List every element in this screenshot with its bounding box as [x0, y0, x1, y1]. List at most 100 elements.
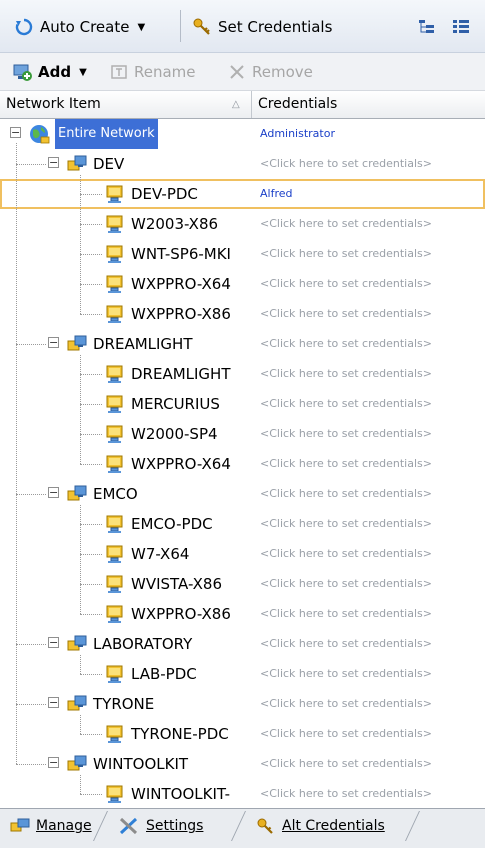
credentials-cell[interactable]: <Click here to set credentials> [260, 719, 432, 749]
collapse-toggle[interactable]: − [48, 157, 59, 168]
tree-computer-item[interactable]: WVISTA-X86 <Click here to set credentials… [0, 569, 485, 599]
credentials-cell[interactable]: <Click here to set credentials> [260, 569, 432, 599]
set-credentials-button[interactable]: Set Credentials [192, 12, 332, 42]
add-button[interactable]: Add ▼ [12, 57, 87, 87]
collapse-toggle[interactable]: − [48, 697, 59, 708]
credentials-cell[interactable]: <Click here to set credentials> [260, 659, 432, 689]
credentials-cell[interactable]: <Click here to set credentials> [260, 749, 432, 779]
credentials-cell[interactable]: <Click here to set credentials> [260, 209, 432, 239]
tree-computer-item[interactable]: DREAMLIGHT <Click here to set credentials… [0, 359, 485, 389]
credentials-column-header[interactable]: Credentials [253, 91, 485, 118]
auto-create-label: Auto Create [40, 18, 130, 36]
credentials-cell[interactable]: <Click here to set credentials> [260, 299, 432, 329]
tree-group-item[interactable]: − WINTOOLKIT <Click here to set credential… [0, 749, 485, 779]
tree-connector [80, 655, 81, 674]
collapse-toggle[interactable]: − [48, 637, 59, 648]
network-tree[interactable]: − Entire Network Administrator − DEV <Click h… [0, 119, 485, 803]
network-item-header-label: Network Item [6, 96, 101, 112]
list-view-button[interactable] [452, 12, 470, 42]
network-group-icon [10, 818, 30, 832]
tab-alt-credentials-label: Alt Credentials [282, 818, 385, 834]
chevron-down-icon[interactable]: ▼ [137, 22, 145, 33]
tree-group-item[interactable]: − EMCO <Click here to set credentials> [0, 479, 485, 509]
rename-button[interactable]: Rename [110, 57, 196, 87]
credentials-cell[interactable]: <Click here to set credentials> [260, 449, 432, 479]
credentials-cell[interactable]: <Click here to set credentials> [260, 599, 432, 629]
tab-divider [93, 811, 108, 841]
tree-item-label: WXPPRO-X86 [131, 605, 231, 623]
tab-settings[interactable]: Settings [118, 809, 203, 843]
edit-toolbar: Add ▼ Rename Remove [0, 53, 485, 91]
tree-computer-item[interactable]: W2000-SP4 <Click here to set credentials> [0, 419, 485, 449]
tree-computer-item[interactable]: WNT-SP6-MKI <Click here to set credential… [0, 239, 485, 269]
tree-item-label: Entire Network [55, 119, 158, 149]
auto-create-button[interactable]: Auto Create ▼ [14, 12, 145, 42]
sort-ascending-icon: △ [232, 99, 240, 110]
tree-computer-item[interactable]: WXPPRO-X86 <Click here to set credentials… [0, 599, 485, 629]
tree-item-label: LAB-PDC [131, 665, 197, 683]
tree-group-item[interactable]: − LABORATORY <Click here to set credential… [0, 629, 485, 659]
credentials-cell[interactable]: <Click here to set credentials> [260, 509, 432, 539]
tree-connector [80, 194, 102, 195]
network-item-column-header[interactable]: Network Item △ [0, 91, 252, 118]
chevron-down-icon[interactable]: ▼ [79, 67, 87, 78]
tree-connector [16, 704, 46, 705]
tree-computer-item[interactable]: WXPPRO-X64 <Click here to set credentials… [0, 449, 485, 479]
tree-item-label: DREAMLIGHT [93, 335, 193, 353]
tab-alt-credentials[interactable]: Alt Credentials [256, 809, 385, 843]
credentials-cell[interactable]: <Click here to set credentials> [260, 239, 432, 269]
credentials-cell[interactable]: <Click here to set credentials> [260, 419, 432, 449]
tree-computer-item[interactable]: DEV-PDC Alfred [0, 179, 485, 209]
tree-view-icon [419, 20, 434, 33]
tree-group-item[interactable]: − TYRONE <Click here to set credentials> [0, 689, 485, 719]
tree-computer-item[interactable]: W7-X64 <Click here to set credentials> [0, 539, 485, 569]
tree-computer-item[interactable]: EMCO-PDC <Click here to set credentials> [0, 509, 485, 539]
tree-computer-item[interactable]: LAB-PDC <Click here to set credentials> [0, 659, 485, 689]
collapse-toggle[interactable]: − [10, 127, 21, 138]
credentials-cell[interactable]: <Click here to set credentials> [260, 269, 432, 299]
tree-group-item[interactable]: − DREAMLIGHT <Click here to set credential… [0, 329, 485, 359]
bottom-tab-bar: Manage Settings Alt Credentials [0, 808, 485, 848]
credentials-cell[interactable]: Administrator [260, 119, 335, 149]
tree-computer-item[interactable]: WINTOOLKIT- <Click here to set credential… [0, 779, 485, 809]
tree-view-button[interactable] [418, 12, 436, 42]
tree-item-label: DEV [93, 155, 125, 173]
collapse-toggle[interactable]: − [48, 337, 59, 348]
credentials-cell[interactable]: Alfred [260, 179, 292, 209]
computer-icon [104, 573, 126, 595]
tools-icon [119, 817, 138, 835]
tree-computer-item[interactable]: WXPPRO-X86 <Click here to set credentials… [0, 299, 485, 329]
tree-connector [16, 644, 46, 645]
tree-item-label: WXPPRO-X64 [131, 455, 231, 473]
tree-connector [16, 344, 46, 345]
remove-label: Remove [252, 63, 313, 81]
add-computer-icon [13, 64, 32, 81]
tree-computer-item[interactable]: WXPPRO-X64 <Click here to set credentials… [0, 269, 485, 299]
tree-item-entire-network[interactable]: − Entire Network Administrator [0, 119, 485, 149]
credentials-cell[interactable]: <Click here to set credentials> [260, 479, 432, 509]
rename-icon [111, 65, 127, 79]
collapse-toggle[interactable]: − [48, 757, 59, 768]
tab-divider [231, 811, 246, 841]
tree-item-label: W7-X64 [131, 545, 190, 563]
tree-group-item[interactable]: − DEV <Click here to set credentials> [0, 149, 485, 179]
credentials-cell[interactable]: <Click here to set credentials> [260, 389, 432, 419]
collapse-toggle[interactable]: − [48, 487, 59, 498]
credentials-cell[interactable]: <Click here to set credentials> [260, 149, 432, 179]
computer-icon [104, 303, 126, 325]
tree-computer-item[interactable]: W2003-X86 <Click here to set credentials> [0, 209, 485, 239]
tree-connector [16, 494, 46, 495]
credentials-cell[interactable]: <Click here to set credentials> [260, 689, 432, 719]
credentials-cell[interactable]: <Click here to set credentials> [260, 779, 432, 809]
credentials-cell[interactable]: <Click here to set credentials> [260, 359, 432, 389]
credentials-cell[interactable]: <Click here to set credentials> [260, 539, 432, 569]
tree-item-label: MERCURIUS [131, 395, 220, 413]
tab-manage[interactable]: Manage [10, 809, 92, 843]
tree-computer-item[interactable]: TYRONE-PDC <Click here to set credentials… [0, 719, 485, 749]
credentials-cell[interactable]: <Click here to set credentials> [260, 629, 432, 659]
tree-connector [80, 224, 102, 225]
remove-button[interactable]: Remove [228, 57, 313, 87]
credentials-cell[interactable]: <Click here to set credentials> [260, 329, 432, 359]
app-window: Auto Create ▼ Set Credentials Add ▼ Rena… [0, 0, 485, 848]
tree-computer-item[interactable]: MERCURIUS <Click here to set credentials> [0, 389, 485, 419]
